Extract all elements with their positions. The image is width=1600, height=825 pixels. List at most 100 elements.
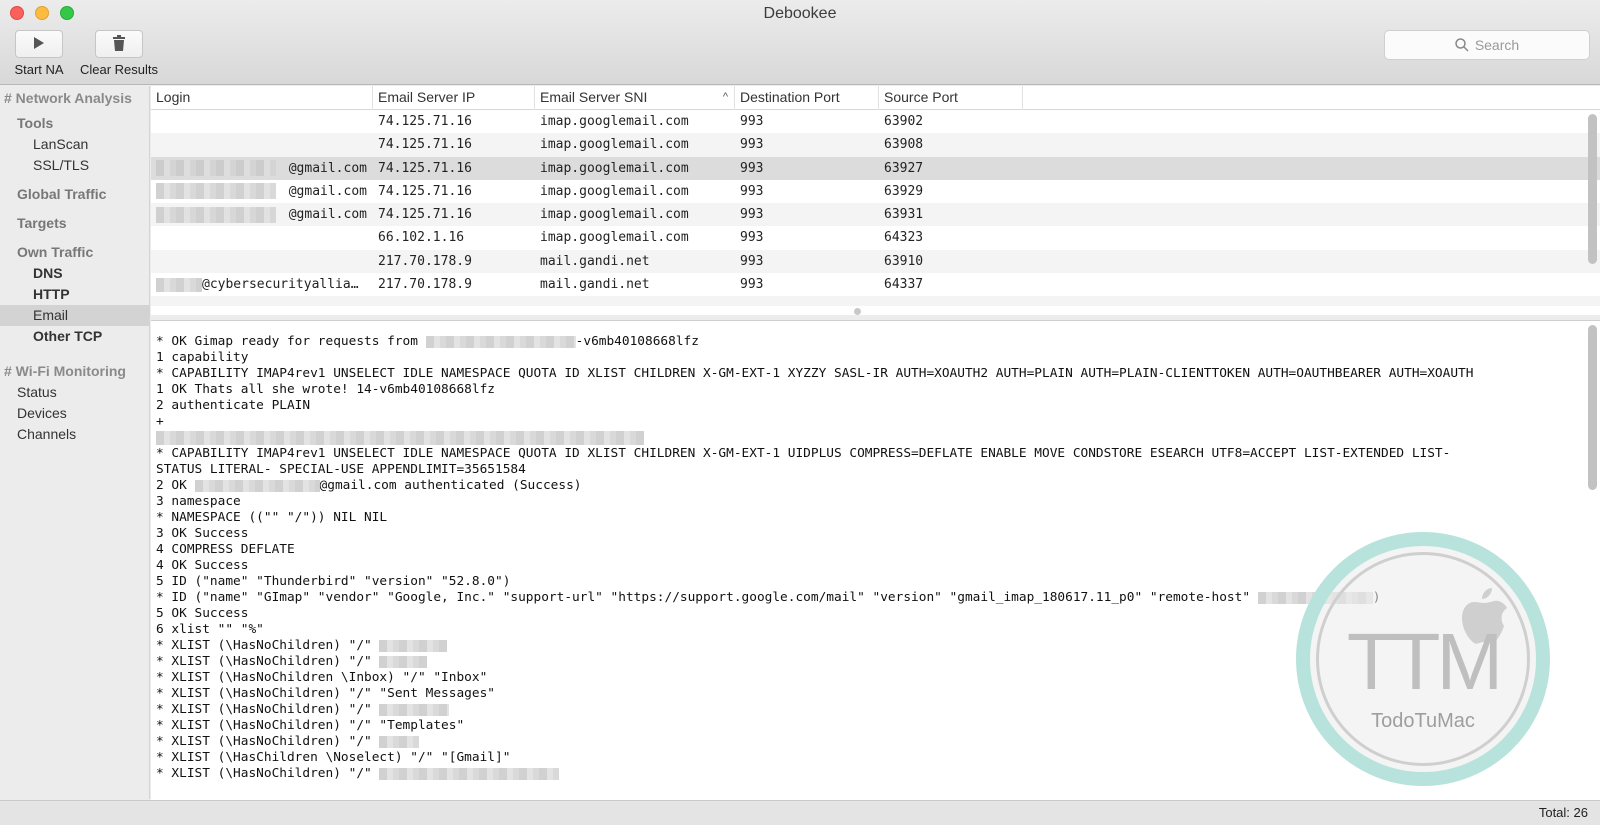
log-line: * XLIST (\HasNoChildren) "/" [151,766,1536,782]
cell-login: @gmail.com [151,203,373,226]
log-line: 2 authenticate PLAIN [156,398,311,413]
sidebar-item-channels[interactable]: Channels [0,424,149,445]
table-scrollbar[interactable] [1588,114,1597,264]
log-line: 3 namespace [156,494,241,509]
todotumac-watermark: TTM TodoTuMac [1296,532,1550,786]
trash-icon [112,34,126,54]
cell-server-ip: 74.125.71.16 [378,183,472,199]
cell-destination-port: 993 [740,160,764,176]
log-line: 3 OK Success [156,526,249,541]
clear-results-tool[interactable]: Clear Results [76,30,162,77]
redacted-blur [379,655,428,668]
cell-source-port: 63931 [884,207,924,223]
log-line: + [156,414,164,429]
sidebar-item-lanscan[interactable]: LanScan [0,134,149,155]
titlebar: Debookee Start NA Clear Results Search [0,0,1600,85]
cell-server-sni: imap.googlemail.com [540,137,689,153]
cell-source-port: 63929 [884,183,924,199]
table-row[interactable]: 74.125.71.16 imap.googlemail.com 993 639… [151,110,1600,133]
cell-server-ip: 74.125.71.16 [378,114,472,129]
column-header-source-port[interactable]: Source Port [879,86,1023,110]
cell-server-sni: imap.googlemail.com [540,183,689,199]
status-bar: Total: 26 [0,800,1600,825]
sidebar-item-ssltls[interactable]: SSL/TLS [0,155,149,176]
log-line: * OK Gimap ready for requests from -v6mb… [156,334,699,349]
redacted-blur [379,639,448,652]
table-row[interactable]: @gmail.com 74.125.71.16 imap.googlemail.… [151,203,1600,227]
start-na-button[interactable] [15,30,63,58]
redacted-blur [379,767,560,780]
table-row[interactable]: @gmail.com 74.125.71.16 imap.googlemail.… [151,180,1600,203]
table-row[interactable]: 217.70.178.9 mail.gandi.net 993 63910 [151,249,1600,274]
play-icon [33,36,45,53]
table-row[interactable]: 74.125.71.16 imap.googlemail.com 993 639… [151,133,1600,157]
cell-server-sni: mail.gandi.net [540,277,650,293]
sidebar-item-status[interactable]: Status [0,382,149,403]
sidebar-group-network-analysis[interactable]: # Network Analysis [0,87,149,109]
cell-login: @gmail.com [151,180,373,203]
clear-results-button[interactable] [95,30,143,58]
cell-login [151,110,373,133]
cell-destination-port: 993 [740,183,764,199]
sidebar-category-own-traffic[interactable]: Own Traffic [0,242,149,263]
sidebar-item-targets[interactable]: Targets [0,213,149,234]
table-row-selected[interactable]: @gmail.com 74.125.71.16 imap.googlemail.… [151,156,1600,180]
cell-login [151,250,373,273]
redacted-blur [194,479,320,492]
start-na-label: Start NA [14,62,64,77]
column-header-login[interactable]: Login [151,86,373,110]
redacted-blur [379,735,420,748]
cell-source-port: 64337 [884,277,924,293]
sidebar-item-other-tcp[interactable]: Other TCP [0,326,149,347]
sidebar-item-global-traffic[interactable]: Global Traffic [0,184,149,205]
table-row-partial[interactable] [151,296,1600,307]
email-table: Login Email Server IP Email Server SNI ^… [151,86,1600,315]
table-row[interactable]: 66.102.1.16 imap.googlemail.com 993 6432… [151,226,1600,249]
watermark-logo-text: TTM [1346,617,1503,706]
sidebar-group-wifi-monitoring[interactable]: # Wi-Fi Monitoring [0,360,149,382]
column-header-server-sni[interactable]: Email Server SNI ^ [535,86,735,110]
cell-source-port: 63908 [884,137,924,153]
column-header-destination-port[interactable]: Destination Port [735,86,879,110]
cell-destination-port: 993 [740,253,764,269]
log-line: * XLIST (\HasChildren \Noselect) "/" "[G… [156,750,511,765]
log-scrollbar[interactable] [1588,325,1597,490]
log-line: * CAPABILITY IMAP4rev1 UNSELECT IDLE NAM… [156,366,1474,381]
split-view-handle[interactable] [854,308,861,315]
cell-server-ip: 217.70.178.9 [378,253,472,269]
redacted-blur [156,160,276,177]
cell-server-ip: 74.125.71.16 [378,160,472,176]
cell-server-sni: imap.googlemail.com [540,114,689,129]
sidebar-item-devices[interactable]: Devices [0,403,149,424]
cell-server-sni: imap.googlemail.com [540,207,689,223]
log-line: 4 OK Success [156,558,249,573]
column-header-server-sni-label: Email Server SNI [540,89,648,105]
sidebar-item-email[interactable]: Email [0,305,149,326]
cell-server-ip: 66.102.1.16 [378,230,465,246]
start-na-tool[interactable]: Start NA [10,30,68,77]
column-header-server-ip[interactable]: Email Server IP [373,86,535,110]
log-line: 2 OK @gmail.com authenticated (Success) [156,478,582,493]
cell-server-sni: imap.googlemail.com [540,160,689,176]
watermark-brand: TodoTuMac [1371,710,1475,732]
sidebar-item-dns[interactable]: DNS [0,263,149,284]
log-line [151,430,1536,446]
sidebar-category-tools[interactable]: Tools [0,113,149,134]
log-line: 1 capability [156,350,249,365]
cell-login: @gmail.com [151,157,373,180]
redacted-blur [379,703,450,716]
cell-source-port: 64323 [884,230,924,246]
cell-destination-port: 993 [740,277,764,293]
cell-login [151,133,373,156]
cell-source-port: 63902 [884,114,924,129]
redacted-blur [425,335,576,348]
sidebar-item-http[interactable]: HTTP [0,284,149,305]
table-body: 74.125.71.16 imap.googlemail.com 993 639… [151,110,1600,310]
cell-destination-port: 993 [740,137,764,153]
redacted-blur [156,430,644,445]
table-row[interactable]: @cybersecurityallia… 217.70.178.9 mail.g… [151,273,1600,296]
search-field[interactable]: Search [1384,30,1590,60]
cell-source-port: 63927 [884,160,924,176]
search-placeholder: Search [1474,37,1520,53]
cell-source-port: 63910 [884,253,924,269]
